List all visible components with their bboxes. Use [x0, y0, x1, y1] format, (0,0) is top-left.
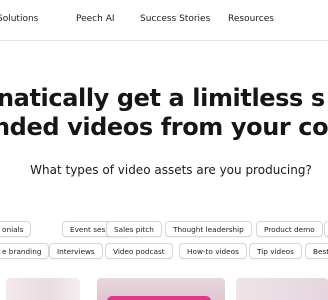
- video-preview-right: [236, 278, 328, 300]
- chip-sales-pitch[interactable]: Sales pitch: [106, 221, 162, 237]
- nav-item-solutions[interactable]: Solutions: [0, 13, 38, 25]
- chip-interviews[interactable]: Interviews: [49, 243, 103, 259]
- video-preview-left: [6, 278, 80, 300]
- hero-subheadline: What types of video assets are you produ…: [30, 163, 312, 177]
- chip-best-cut-off[interactable]: Best: [305, 243, 328, 259]
- nav-divider: [0, 40, 328, 41]
- chip-employer-branding[interactable]: e branding: [0, 243, 50, 259]
- chip-how-to-videos[interactable]: How-to videos: [179, 243, 247, 259]
- chip-video-podcast[interactable]: Video podcast: [105, 243, 173, 259]
- chip-product-demo[interactable]: Product demo: [256, 221, 323, 237]
- chip-thought-leadership[interactable]: Thought leadership: [165, 221, 252, 237]
- page: Solutions Peech AI Success Stories Resou…: [0, 0, 328, 300]
- chip-testimonials[interactable]: onials: [0, 221, 32, 237]
- chip-cut-off-right-1[interactable]: E: [324, 221, 328, 237]
- nav-item-success-stories[interactable]: Success Stories: [140, 13, 210, 25]
- chip-tip-videos[interactable]: Tip videos: [249, 243, 302, 259]
- nav-item-peech-ai[interactable]: Peech AI: [76, 13, 115, 25]
- top-navigation: Solutions Peech AI Success Stories Resou…: [0, 0, 328, 40]
- hero-headline-line-2: nded videos from your co: [0, 113, 328, 141]
- nav-item-resources[interactable]: Resources: [228, 13, 274, 25]
- cta-button[interactable]: [107, 296, 211, 300]
- hero-headline-line-1: natically get a limitless s: [0, 84, 325, 112]
